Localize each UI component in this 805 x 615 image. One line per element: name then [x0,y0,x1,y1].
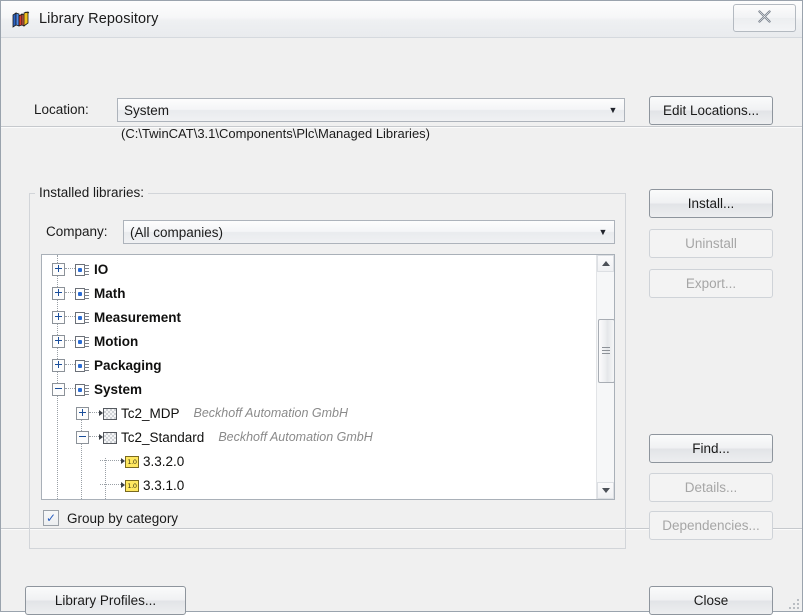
scroll-down-button[interactable] [597,482,614,499]
tree-item-label: Motion [94,333,139,349]
tree-item[interactable]: System [42,377,596,401]
title-bar: Library Repository [1,1,802,38]
installed-libraries-title: Installed libraries: [35,185,149,200]
company-combo-value: (All companies) [130,224,224,240]
tree-connector [100,484,121,486]
tree-item-label: 3.3.1.0 [143,477,185,493]
expand-icon[interactable] [76,406,89,420]
tree-item[interactable]: Math [42,281,596,305]
tree-item-vendor: Beckhoff Automation GmbH [218,430,373,444]
tree-connector [65,340,75,342]
location-label: Location: [34,102,89,117]
scrollbar-thumb[interactable] [598,319,614,383]
tree-connector [65,364,75,366]
tree-item-label: Math [94,285,126,301]
tree-connector [65,292,75,294]
tree-item[interactable]: 1.0 3.3.2.0 [42,449,596,473]
category-icon [75,263,89,276]
tree-guide-line [81,410,82,499]
category-icon [75,359,89,372]
group-by-category-label: Group by category [67,510,179,526]
tree-item[interactable]: Tc2_Standard Beckhoff Automation GmbH [42,425,596,449]
library-icon [99,431,117,444]
library-repository-dialog: Library Repository Location: System ▼ (C… [0,0,803,615]
location-combo[interactable]: System ▼ [117,98,625,122]
tree-item[interactable]: 1.0 3.3.1.0 [42,473,596,497]
library-version-icon: 1.0 [121,455,139,468]
edit-locations-button[interactable]: Edit Locations... [649,96,773,125]
find-button[interactable]: Find... [649,434,773,463]
tree-item[interactable]: Measurement [42,305,596,329]
tree-connector [100,460,121,462]
caret-up-icon [601,261,610,266]
tree-item-label: Packaging [94,357,162,373]
location-path: (C:\TwinCAT\3.1\Components\Plc\Managed L… [121,126,430,141]
tree-item-label: Tc2_MDP [121,405,180,421]
collapse-icon[interactable] [76,430,89,444]
tree-item-label: System [94,381,143,397]
tree-connector [89,436,99,438]
close-icon [757,9,772,28]
category-icon [75,311,89,324]
tree-item-label: 3.3.2.0 [143,453,185,469]
company-combo[interactable]: (All companies) ▼ [123,220,615,244]
details-button: Details... [649,473,773,502]
expand-icon[interactable] [52,358,65,372]
caret-down-icon [601,488,610,493]
window-title: Library Repository [39,11,159,27]
expand-icon[interactable] [52,286,65,300]
tree-item-label: IO [94,261,109,277]
library-icon [99,407,117,420]
location-combo-value: System [124,102,170,118]
checkbox-box: ✓ [43,510,59,526]
category-icon [75,287,89,300]
uninstall-button: Uninstall [649,229,773,258]
tree-item-vendor: Beckhoff Automation GmbH [193,406,348,420]
check-icon: ✓ [46,511,57,525]
dependencies-button: Dependencies... [649,511,773,540]
tree-item[interactable]: Packaging [42,353,596,377]
tree-item-label: Tc2_Standard [121,429,205,445]
library-tree[interactable]: IO Math Measurement Motion Packaging System Tc… [42,255,596,499]
chevron-down-icon: ▼ [608,105,618,115]
install-button[interactable]: Install... [649,189,773,218]
tree-item[interactable]: Tc2_MDP Beckhoff Automation GmbH [42,401,596,425]
expand-icon[interactable] [52,334,65,348]
tree-connector [65,388,75,390]
collapse-icon[interactable] [52,382,65,396]
expand-icon[interactable] [52,262,65,276]
tree-item[interactable]: IO [42,257,596,281]
tree-connector [65,268,75,270]
close-window-button[interactable] [733,4,796,32]
tree-guide-line [105,458,106,499]
dialog-body: Location: System ▼ (C:\TwinCAT\3.1\Compo… [1,38,802,615]
close-button[interactable]: Close [649,586,773,615]
expand-icon[interactable] [52,310,65,324]
library-tree-panel: IO Math Measurement Motion Packaging System Tc… [41,254,615,500]
scrollbar-grip-icon [602,347,610,354]
tree-item[interactable]: Motion [42,329,596,353]
library-profiles-button[interactable]: Library Profiles... [25,586,186,615]
tree-vertical-scrollbar[interactable] [596,255,614,499]
category-icon [75,335,89,348]
scroll-up-button[interactable] [597,255,614,272]
tree-connector [65,316,75,318]
company-label: Company: [46,224,108,239]
export-button: Export... [649,269,773,298]
library-version-icon: 1.0 [121,479,139,492]
tree-connector [89,412,99,414]
category-icon [75,383,89,396]
tree-item-label: Measurement [94,309,182,325]
chevron-down-icon: ▼ [598,227,608,237]
resize-grip-icon[interactable] [787,597,799,609]
group-by-category-checkbox[interactable]: ✓ Group by category [43,510,178,526]
library-books-icon [11,9,31,29]
